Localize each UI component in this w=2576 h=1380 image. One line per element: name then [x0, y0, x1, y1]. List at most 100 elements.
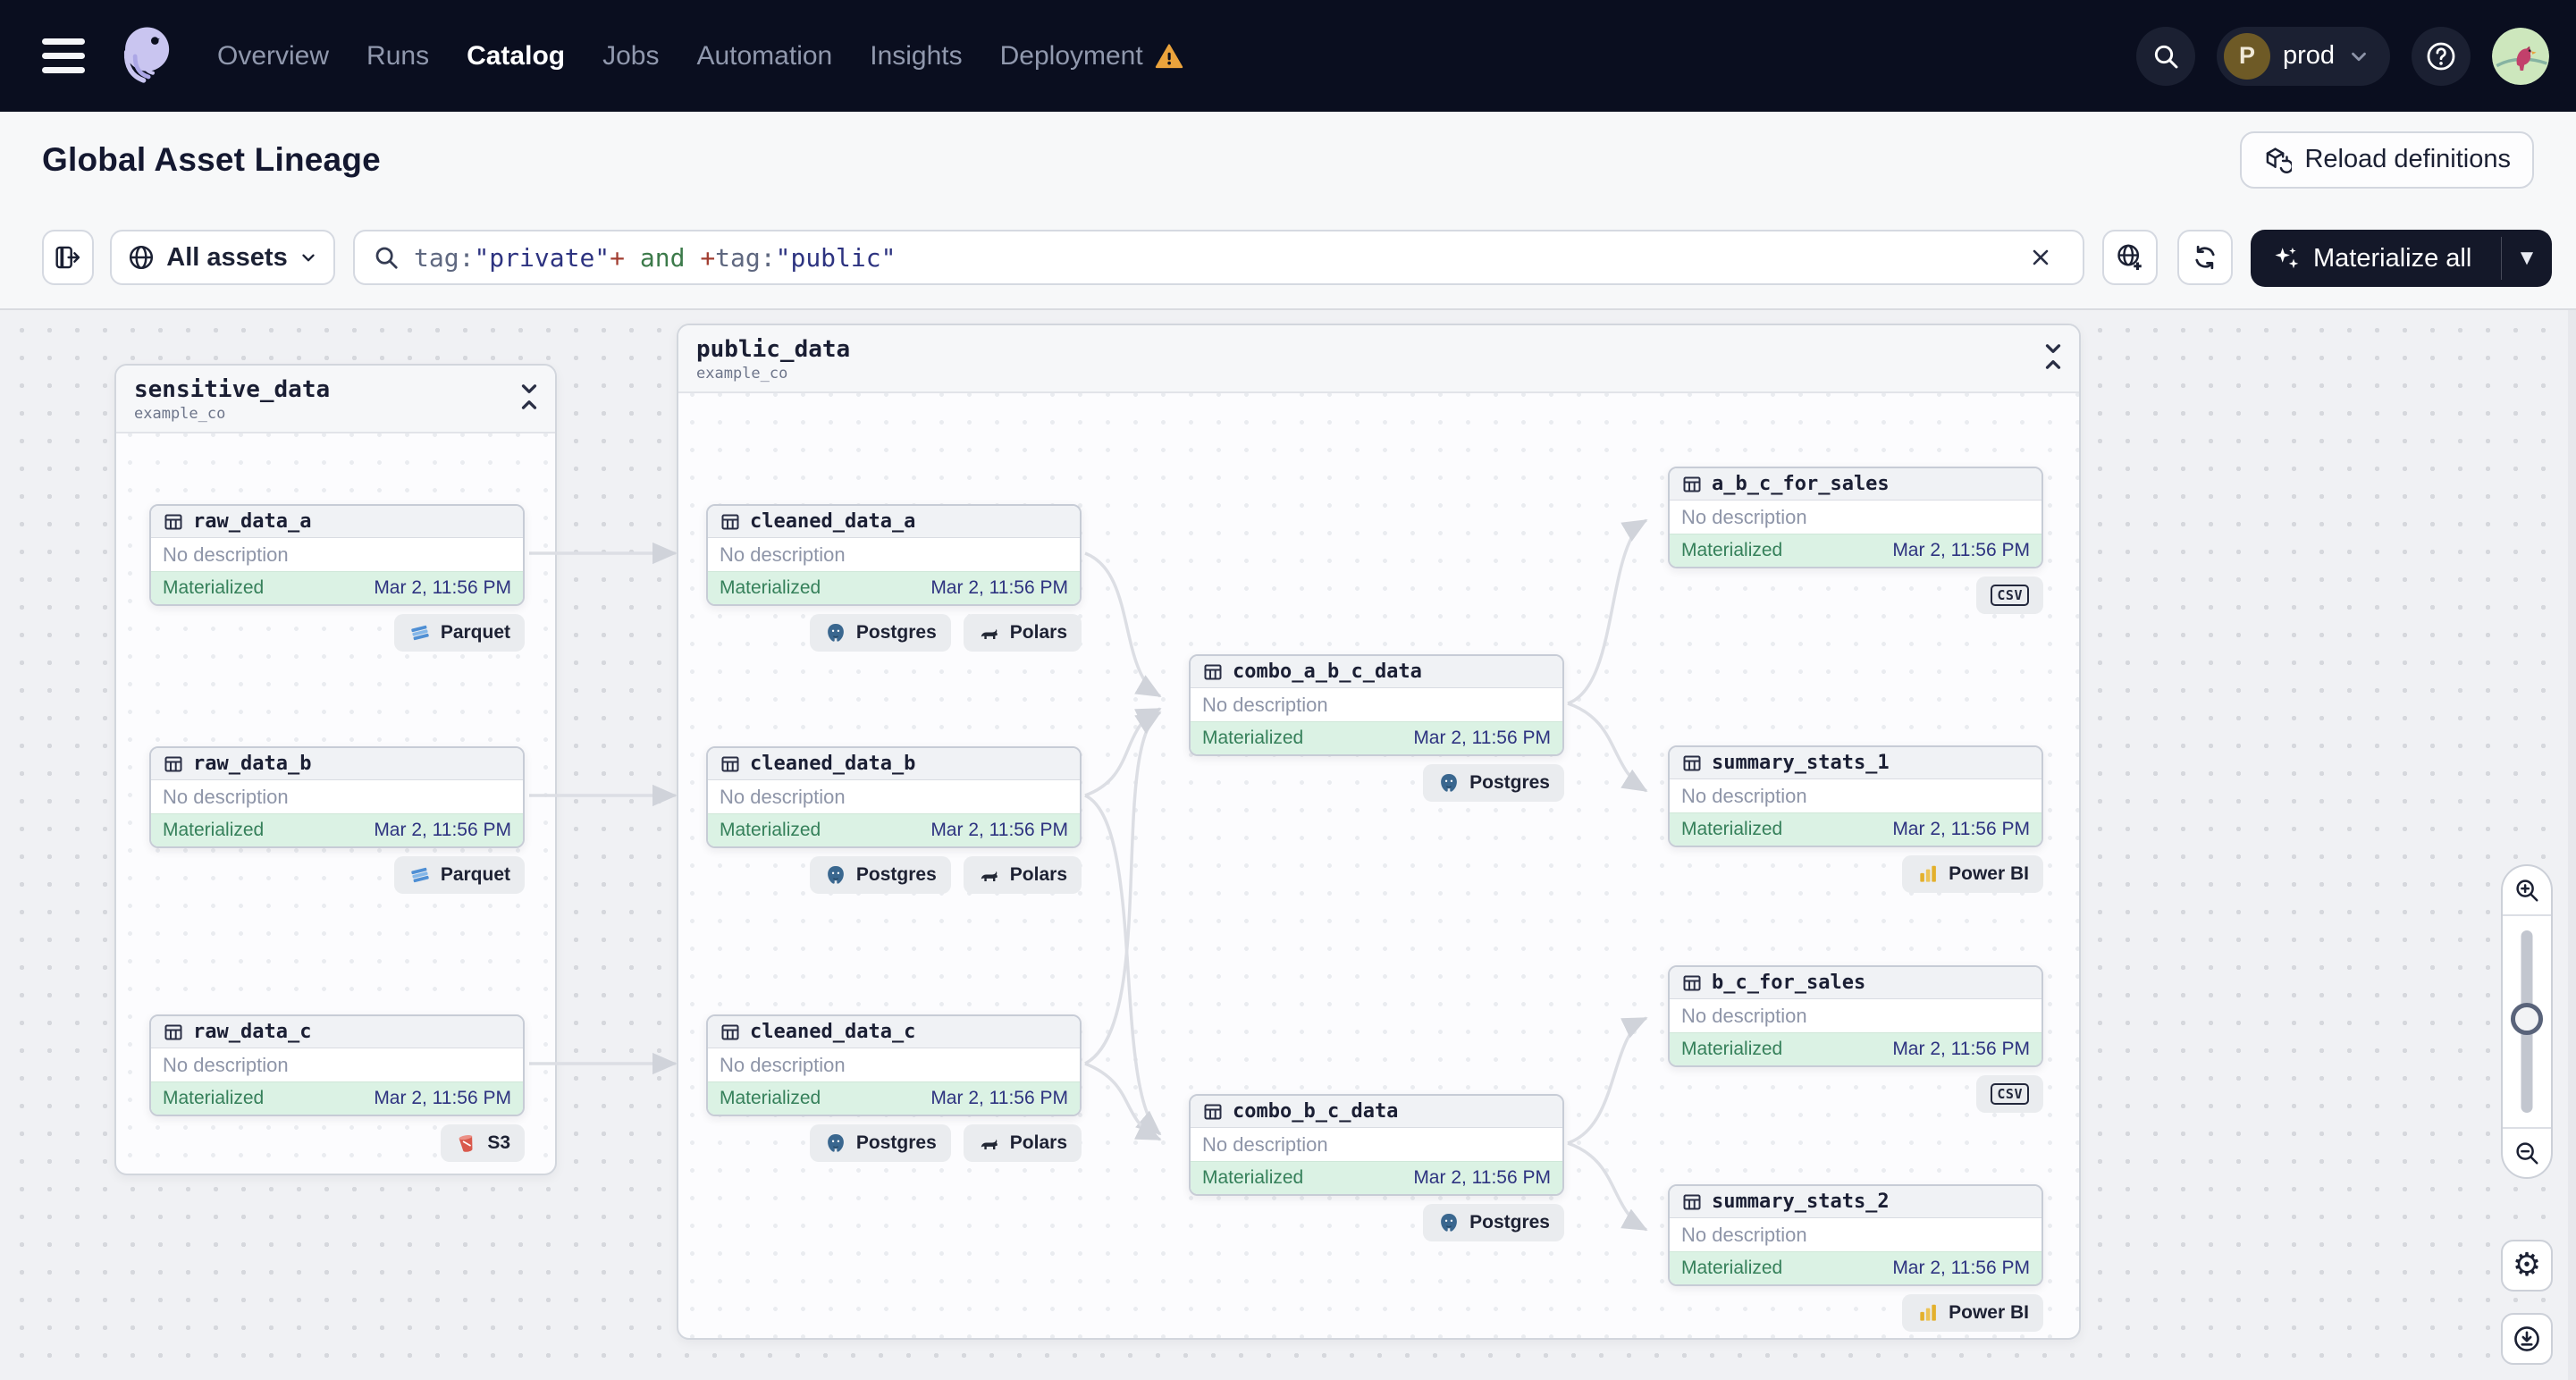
asset-node-summary-stats-1[interactable]: summary_stats_1 No description Materiali… [1668, 745, 2043, 847]
clear-search-button[interactable] [2016, 231, 2065, 283]
status-badge: Materialized [1681, 819, 1783, 839]
zoom-slider[interactable] [2503, 916, 2551, 1127]
kind-tag-postgres[interactable]: Postgres [1423, 1204, 1564, 1241]
help-button[interactable] [2412, 26, 2471, 86]
nav-item-deployment[interactable]: Deployment [1000, 41, 1184, 72]
nav-item-overview[interactable]: Overview [217, 41, 329, 72]
globe-icon [130, 245, 154, 270]
kind-tag-powerbi[interactable]: Power BI [1902, 855, 2043, 893]
collapse-icon [2045, 344, 2061, 369]
asset-node-combo-b-c-data[interactable]: combo_b_c_data No description Materializ… [1189, 1094, 1564, 1196]
asset-name: raw_data_b [193, 753, 312, 775]
materialization-timestamp: Mar 2, 11:56 PM [1413, 1167, 1551, 1188]
lineage-canvas[interactable]: sensitive_data example_co public_data ex… [0, 308, 2576, 1380]
deployment-name: prod [2282, 41, 2335, 70]
materialization-timestamp: Mar 2, 11:56 PM [374, 577, 511, 598]
polars-icon [981, 1139, 998, 1150]
asset-node-cleaned-data-c[interactable]: cleaned_data_c No description Materializ… [706, 1014, 1082, 1116]
kind-tag-postgres[interactable]: Postgres [809, 614, 951, 652]
graph-settings-button[interactable]: ⚙ [2501, 1240, 2553, 1292]
kind-tag-parquet[interactable]: Parquet [393, 856, 525, 894]
kind-tag-s3[interactable]: S3 [441, 1124, 525, 1162]
reload-definitions-button[interactable]: Reload definitions [2240, 130, 2534, 189]
nav-item-jobs[interactable]: Jobs [602, 41, 659, 72]
asset-scope-dropdown[interactable]: All assets [110, 230, 335, 285]
asset-description: No description [720, 543, 846, 566]
nav-item-insights[interactable]: Insights [870, 41, 962, 72]
group-header[interactable]: sensitive_data example_co [116, 366, 555, 433]
view-full-graph-button[interactable] [2102, 230, 2158, 285]
kind-tag-postgres[interactable]: Postgres [809, 856, 951, 894]
kind-tag-csv[interactable]: CSV [1976, 576, 2043, 614]
materialize-options-dropdown[interactable]: ▼ [2502, 230, 2552, 287]
menu-icon[interactable] [42, 38, 88, 73]
download-image-button[interactable] [2501, 1313, 2553, 1365]
status-badge: Materialized [1681, 540, 1783, 560]
asset-name: a_b_c_for_sales [1712, 473, 1890, 495]
materialize-all-button[interactable]: Materialize all [2251, 230, 2501, 287]
asset-node-raw-data-b[interactable]: raw_data_b No description Materialized Ma… [149, 746, 525, 848]
vertical-scrollbar[interactable] [2568, 310, 2576, 1380]
search-icon [375, 247, 398, 269]
kind-tag-powerbi[interactable]: Power BI [1902, 1294, 2043, 1332]
search-button[interactable] [2135, 26, 2195, 86]
asset-node-combo-a-b-c-data[interactable]: combo_a_b_c_data No description Material… [1189, 654, 1564, 756]
status-badge: Materialized [1681, 1258, 1783, 1278]
dagster-logo-icon[interactable] [112, 22, 180, 90]
asset-description: No description [163, 1053, 289, 1076]
deployment-switcher[interactable]: P prod [2216, 26, 2390, 86]
table-icon [164, 1024, 182, 1039]
kind-tag-postgres[interactable]: Postgres [1423, 764, 1564, 802]
kind-tag-csv[interactable]: CSV [1976, 1075, 2043, 1113]
kind-tag-postgres[interactable]: Postgres [809, 1124, 951, 1162]
nav-item-runs[interactable]: Runs [366, 41, 429, 72]
status-badge: Materialized [720, 577, 821, 598]
asset-name: summary_stats_2 [1712, 1191, 1890, 1213]
asset-name: cleaned_data_a [750, 510, 916, 533]
open-panel-toggle-button[interactable] [42, 230, 94, 285]
asset-node-cleaned-data-a[interactable]: cleaned_data_a No description Materializ… [706, 504, 1082, 606]
asset-description: No description [1202, 1132, 1328, 1156]
asset-node-a-b-c-for-sales[interactable]: a_b_c_for_sales No description Materiali… [1668, 467, 2043, 568]
kind-tag-polars[interactable]: Polars [963, 614, 1082, 652]
download-icon [2514, 1326, 2539, 1351]
asset-node-raw-data-a[interactable]: raw_data_a No description Materialized Ma… [149, 504, 525, 606]
table-icon [1683, 476, 1701, 492]
asset-node-raw-data-c[interactable]: raw_data_c No description Materialized Ma… [149, 1014, 525, 1116]
deployment-initial-badge: P [2223, 32, 2270, 80]
materialization-timestamp: Mar 2, 11:56 PM [1892, 1258, 2030, 1278]
csv-icon: CSV [1991, 1083, 2029, 1105]
nav-item-automation[interactable]: Automation [696, 41, 832, 72]
zoom-slider-handle[interactable] [2511, 1003, 2543, 1035]
postgres-icon [828, 866, 844, 884]
user-avatar[interactable] [2492, 27, 2549, 85]
nav-items: Overview Runs Catalog Jobs Automation In… [217, 41, 1184, 72]
zoom-out-button[interactable] [2503, 1127, 2551, 1177]
tag-row: Power BI [1668, 1294, 2043, 1332]
asset-node-cleaned-data-b[interactable]: cleaned_data_b No description Materializ… [706, 746, 1082, 848]
tag-row: Parquet [149, 614, 525, 652]
tag-row: Postgres Polars [706, 856, 1082, 894]
zoom-in-button[interactable] [2503, 866, 2551, 916]
refresh-button[interactable] [2177, 230, 2233, 285]
tag-label: Postgres [855, 1132, 937, 1153]
gear-icon: ⚙ [2512, 1247, 2542, 1283]
nav-item-catalog[interactable]: Catalog [467, 41, 565, 72]
asset-search-input[interactable]: tag:"private"+ and +tag:"public" [353, 230, 2084, 285]
asset-node-b-c-for-sales[interactable]: b_c_for_sales No description Materialize… [1668, 965, 2043, 1067]
table-icon [1683, 755, 1701, 770]
postgres-icon [1441, 1214, 1458, 1232]
tag-row: S3 [149, 1124, 525, 1162]
asset-node-summary-stats-2[interactable]: summary_stats_2 No description Materiali… [1668, 1184, 2043, 1286]
group-header[interactable]: public_data example_co [678, 325, 2079, 393]
collapse-group-button[interactable] [2041, 341, 2065, 374]
collapse-group-button[interactable] [518, 382, 541, 415]
s3-icon [459, 1135, 473, 1152]
table-icon [721, 514, 739, 529]
panel-expand-icon [55, 246, 80, 269]
materialization-timestamp: Mar 2, 11:56 PM [930, 577, 1068, 598]
tag-label: Postgres [855, 622, 937, 643]
kind-tag-parquet[interactable]: Parquet [393, 614, 525, 652]
kind-tag-polars[interactable]: Polars [963, 1124, 1082, 1162]
kind-tag-polars[interactable]: Polars [963, 856, 1082, 894]
